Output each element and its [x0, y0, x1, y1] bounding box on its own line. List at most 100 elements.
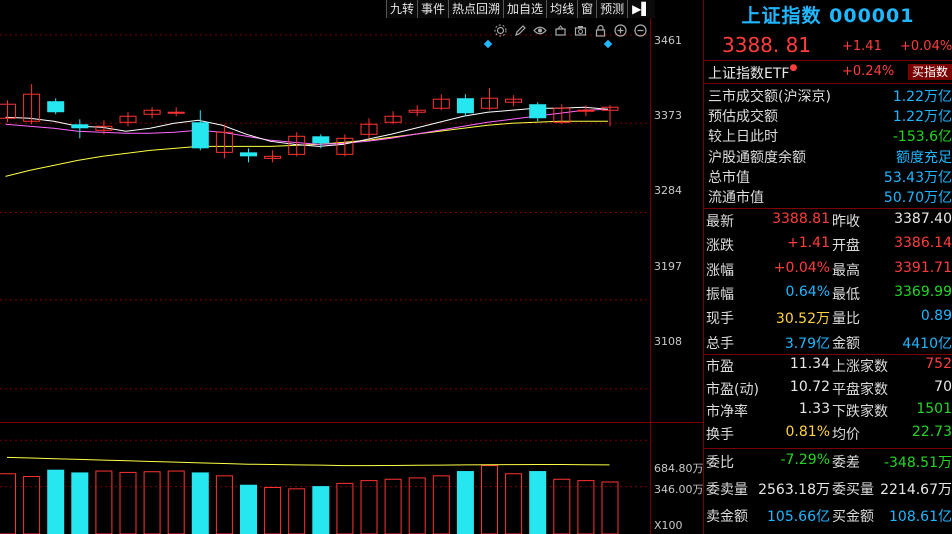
field-value: 3388.81: [772, 211, 830, 227]
volume-bar: [456, 471, 474, 534]
field-label: 振幅: [706, 286, 734, 303]
field-label: 市净率: [706, 404, 748, 421]
field-label: 最新: [706, 214, 734, 230]
quote-row: 委比 -7.29% 委差 -348.51万: [704, 452, 952, 476]
panel-separator: [703, 0, 704, 534]
field-value: 3391.71: [894, 259, 952, 276]
volume-bar: [384, 478, 402, 534]
volume-bar: [119, 471, 137, 534]
etf-dot-icon: ●: [789, 63, 798, 73]
toolbar-exit-button[interactable]: ▶▌: [627, 0, 655, 18]
lock-icon[interactable]: [592, 22, 608, 38]
field-value: 2563.18万: [758, 482, 830, 498]
volume-bar: [71, 472, 89, 534]
etf-link[interactable]: 上证指数ETF●: [708, 63, 797, 83]
candle-body: [71, 124, 89, 129]
stat-label: 沪股通额度余额: [708, 149, 806, 166]
y-tick-label: 3197: [654, 260, 682, 273]
volume-bar: [143, 471, 161, 534]
field-label: 卖金额: [706, 509, 748, 525]
volume-bar: [505, 473, 523, 534]
volume-bar: [47, 469, 65, 534]
basket-icon[interactable]: [552, 22, 568, 38]
toolbar-window-button[interactable]: 窗: [577, 0, 597, 18]
candlestick-chart[interactable]: [0, 0, 704, 534]
volume-bar: [95, 470, 113, 534]
quote-row: 委卖量 2563.18万 委买量 2214.67万: [704, 479, 952, 503]
toolbar-forecast-button[interactable]: 预测: [596, 0, 628, 18]
quote-row: 总手 3.79亿 金额 4410亿: [704, 333, 952, 357]
quote-row: 市盈 11.34 上涨家数 752: [704, 356, 952, 380]
pen-icon[interactable]: [512, 22, 528, 38]
field-value: 0.64%: [785, 283, 830, 300]
candle-body: [47, 101, 65, 113]
stat-value: 额度充足: [896, 149, 952, 166]
buy-index-button[interactable]: 买指数: [908, 64, 952, 80]
eye-icon[interactable]: [532, 22, 548, 38]
quote-row: 最新 3388.81 昨收 3387.40: [704, 211, 952, 235]
volume-bar: [553, 478, 571, 534]
stat-value: 53.43万亿: [883, 169, 952, 186]
volume-tick-label: 684.80万: [654, 462, 704, 475]
field-label: 最低: [832, 286, 860, 303]
toolbar-event-button[interactable]: 事件: [417, 0, 449, 18]
quote-row: 振幅 0.64% 最低 3369.99: [704, 284, 952, 308]
volume-bar: [191, 472, 209, 534]
candle-body: [529, 104, 547, 119]
zoom-out-icon[interactable]: [632, 22, 648, 38]
field-value: +1.41: [787, 235, 830, 252]
stat-row: 流通市值 50.70万亿: [704, 187, 952, 208]
volume-bar: [360, 480, 378, 534]
volume-bar: [577, 480, 595, 534]
field-label: 均价: [832, 426, 860, 443]
toolbar-hotspot-button[interactable]: 热点回溯: [448, 0, 504, 18]
last-price: 3388. 81: [722, 33, 812, 57]
field-value: 70: [934, 378, 952, 395]
volume-bar: [264, 486, 282, 534]
stat-row: 较上日此时 -153.6亿: [704, 126, 952, 147]
field-label: 上涨家数: [832, 359, 888, 375]
gear-icon[interactable]: [492, 22, 508, 38]
field-value: 2214.67万: [880, 482, 952, 498]
divider: [704, 208, 952, 209]
index-title: 上证指数 000001: [741, 5, 915, 27]
quote-row: 现手 30.52万 量比 0.89: [704, 308, 952, 332]
field-label: 平盘家数: [832, 381, 888, 398]
stat-label: 较上日此时: [708, 129, 778, 146]
zoom-in-icon[interactable]: [612, 22, 628, 38]
field-value: 752: [925, 356, 952, 372]
stat-label: 总市值: [708, 169, 750, 186]
chart-icon-row: [492, 22, 648, 38]
volume-bar: [601, 481, 619, 534]
stat-value: 1.22万亿: [892, 89, 952, 105]
field-value: 0.89: [920, 308, 952, 325]
volume-bar: [23, 476, 41, 534]
chart-area[interactable]: 九转 事件 热点回溯 加自选 均线 窗 预测 ▶▌ 3461 3373 3284…: [0, 0, 704, 534]
field-value: 108.61亿: [889, 509, 952, 525]
toolbar-ma-button[interactable]: 均线: [546, 0, 578, 18]
stat-label: 三市成交额(沪深京): [708, 89, 831, 105]
field-label: 下跌家数: [832, 404, 888, 421]
field-label: 委比: [706, 455, 734, 471]
field-label: 现手: [706, 311, 734, 328]
field-label: 涨跌: [706, 238, 734, 255]
volume-bar: [167, 470, 185, 534]
volume-bar: [0, 473, 16, 534]
candle-body: [191, 122, 209, 149]
volume-bar: [481, 465, 498, 534]
candle-body: [312, 136, 330, 144]
toolbar-add-watchlist-button[interactable]: 加自选: [503, 0, 547, 18]
chart-toolbar: 九转 事件 热点回溯 加自选 均线 窗 预测 ▶▌: [386, 0, 655, 19]
field-value: 3.79亿: [784, 335, 830, 352]
y-tick-label: 3108: [654, 335, 682, 348]
divider: [704, 354, 952, 355]
quote-row: 卖金额 105.66亿 买金额 108.61亿: [704, 506, 952, 530]
quote-row: 市净率 1.33 下跌家数 1501: [704, 401, 952, 425]
field-label: 买金额: [832, 509, 874, 525]
volume-bar: [215, 475, 233, 534]
camera-icon[interactable]: [572, 22, 588, 38]
field-label: 量比: [832, 311, 860, 328]
stat-value: 50.70万亿: [883, 190, 952, 206]
divider: [704, 60, 952, 61]
toolbar-jiuzhuan-button[interactable]: 九转: [386, 0, 418, 18]
